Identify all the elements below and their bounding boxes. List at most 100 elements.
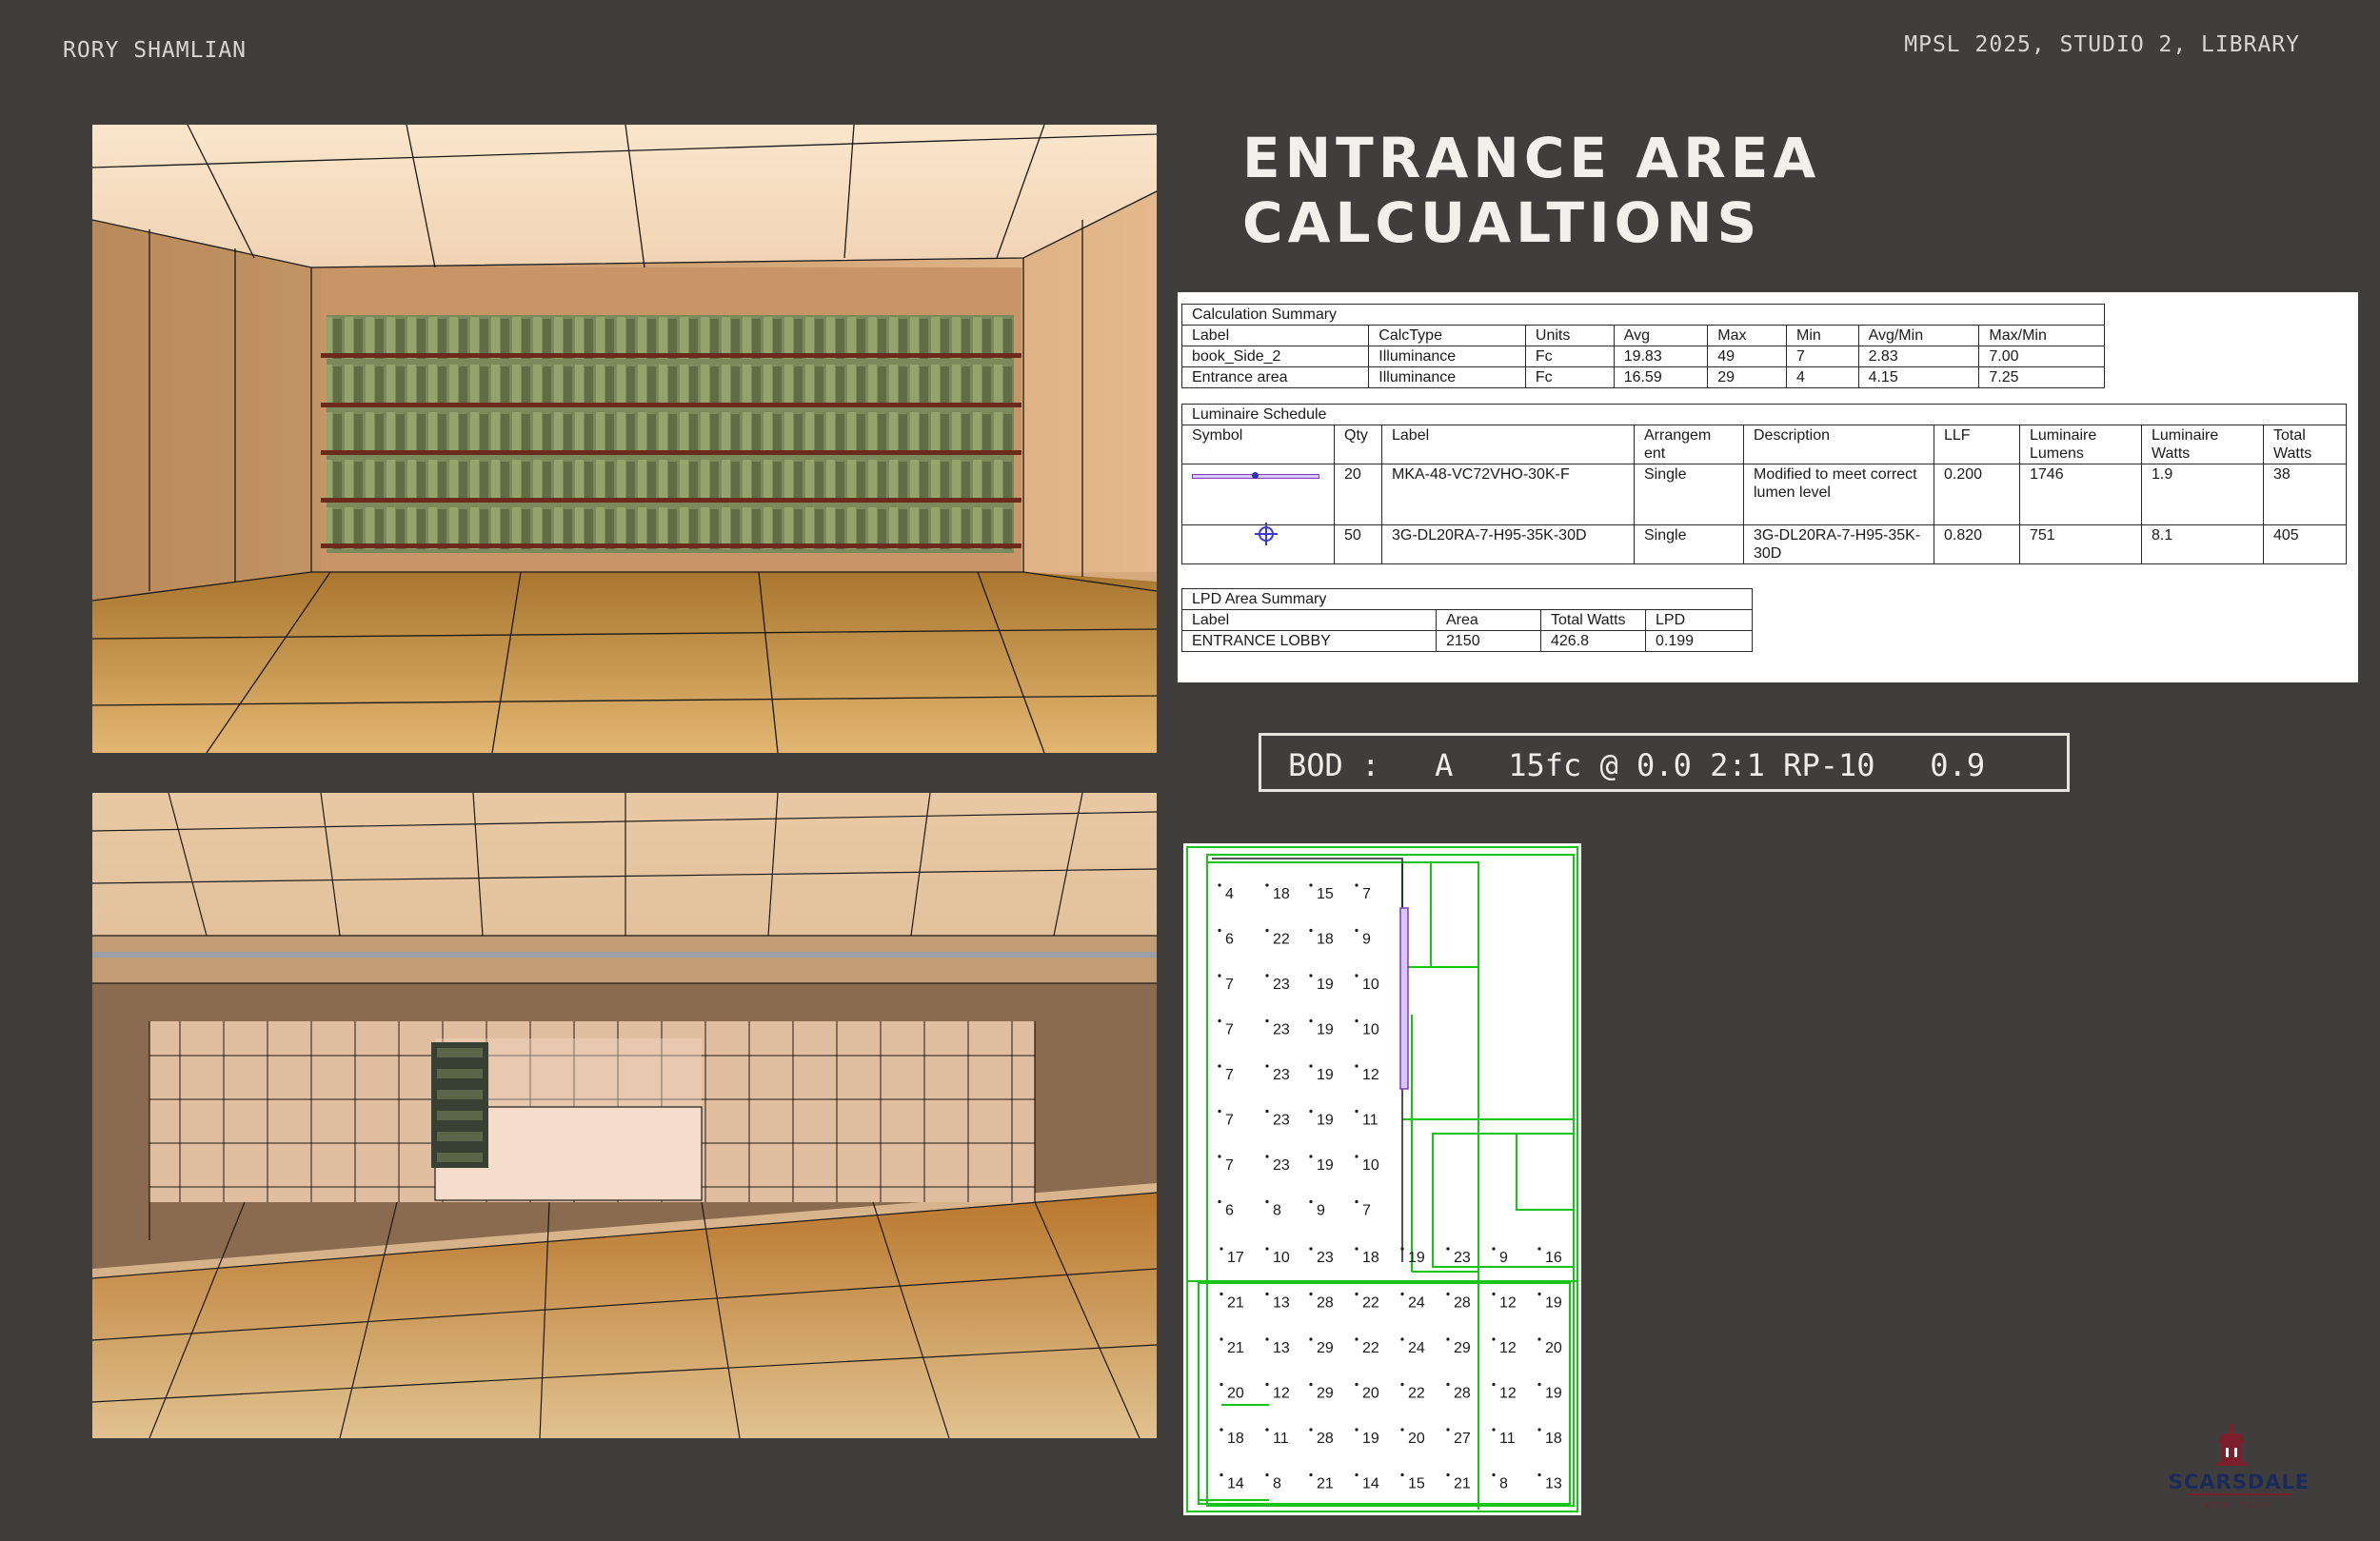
calc-point-marker [1309, 1428, 1313, 1432]
table-cell: 38 [2263, 464, 2347, 525]
illuminance-value: 18 [1362, 1250, 1379, 1266]
illuminance-value: 19 [1317, 1022, 1334, 1038]
illuminance-value: 6 [1225, 932, 1234, 948]
page-title-line-1: ENTRANCE AREA [1242, 126, 1821, 190]
illuminance-value: 12 [1499, 1295, 1517, 1312]
calc-point-marker [1355, 1428, 1359, 1432]
illuminance-value: 14 [1227, 1476, 1244, 1492]
calc-point-marker [1265, 1199, 1269, 1204]
calc-point-marker [1492, 1337, 1496, 1341]
calc-point-marker [1309, 928, 1313, 933]
column-header: LPD [1645, 609, 1753, 631]
illuminance-value: 20 [1408, 1431, 1425, 1447]
illuminance-value: 18 [1227, 1431, 1244, 1447]
calc-point-marker [1265, 1428, 1269, 1432]
calc-point-marker [1355, 1247, 1359, 1251]
column-header: Total Watts [1540, 609, 1646, 631]
column-header: CalcType [1368, 325, 1526, 346]
table-cell: Illuminance [1368, 366, 1526, 388]
illuminance-value: 14 [1362, 1476, 1379, 1492]
illuminance-value: 24 [1408, 1340, 1425, 1356]
illuminance-value: 11 [1499, 1431, 1516, 1447]
illuminance-value: 11 [1362, 1113, 1378, 1129]
illuminance-value: 28 [1454, 1295, 1471, 1312]
table-header-row: Label Area Total Watts LPD [1181, 609, 1753, 631]
lpd-summary-caption: LPD Area Summary [1181, 588, 1753, 610]
illuminance-value: 24 [1408, 1295, 1425, 1312]
table-row: 50 3G-DL20RA-7-H95-35K-30D Single 3G-DL2… [1181, 523, 2347, 564]
column-header: Area [1436, 609, 1541, 631]
calc-point-marker [1265, 1109, 1269, 1114]
column-header: Label [1381, 425, 1635, 464]
illuminance-value: 22 [1362, 1340, 1379, 1356]
calc-point-marker [1355, 1337, 1359, 1341]
luminaire-schedule-caption: Luminaire Schedule [1181, 404, 2347, 425]
calc-point-marker [1220, 1337, 1223, 1341]
calc-point-marker [1220, 1292, 1223, 1296]
calc-point-marker [1309, 974, 1313, 978]
table-cell: Fc [1524, 366, 1615, 388]
illuminance-value: 21 [1227, 1295, 1244, 1312]
illuminance-value: 23 [1273, 1157, 1290, 1174]
calc-point-marker [1265, 1382, 1269, 1387]
calc-point-marker [1309, 1247, 1313, 1251]
render-bookshelf-wall [92, 125, 1157, 753]
illuminance-floor-plan: 4 18 15 7 6 22 18 9 7 23 19 10 7 23 19 10 7 23 19 12 7 23 19 11… [1183, 843, 1581, 1515]
illuminance-value: 22 [1408, 1386, 1425, 1402]
calc-point-marker [1446, 1247, 1450, 1251]
calc-point-marker [1355, 928, 1359, 933]
illuminance-value: 22 [1273, 932, 1290, 948]
illuminance-value: 23 [1273, 1067, 1290, 1083]
calc-point-marker [1400, 1292, 1404, 1296]
calc-point-marker [1265, 1337, 1269, 1341]
illuminance-value: 10 [1362, 1157, 1379, 1174]
illuminance-value: 9 [1499, 1250, 1508, 1266]
illuminance-value: 15 [1408, 1476, 1425, 1492]
table-cell: Entrance area [1180, 366, 1370, 388]
column-header: Max/Min [1978, 325, 2105, 346]
illuminance-value: 12 [1362, 1067, 1379, 1083]
illuminance-value: 29 [1317, 1386, 1334, 1402]
course-label: MPSL 2025, STUDIO 2, LIBRARY [1904, 32, 2300, 57]
bod-value: A 15fc @ 0.0 2:1 RP-10 0.9 [1435, 747, 1986, 783]
illuminance-value: 19 [1545, 1386, 1562, 1402]
table-cell: 7.25 [1978, 366, 2105, 388]
table-cell: 0.820 [1934, 524, 2020, 564]
illuminance-value: 9 [1317, 1203, 1325, 1219]
illuminance-value: 21 [1454, 1476, 1471, 1492]
column-header: Total Watts [2263, 425, 2347, 464]
column-header: LLF [1934, 425, 2020, 464]
calc-point-marker [1265, 974, 1269, 978]
illuminance-value: 17 [1227, 1250, 1244, 1266]
illuminance-value: 18 [1317, 932, 1334, 948]
table-cell: ENTRANCE LOBBY [1181, 630, 1437, 652]
calc-point-marker [1265, 883, 1269, 887]
illuminance-value: 12 [1499, 1386, 1517, 1402]
illuminance-value: 18 [1273, 886, 1290, 902]
calc-point-marker [1218, 883, 1221, 887]
table-cell: Single [1634, 524, 1744, 564]
illuminance-value: 19 [1317, 1157, 1334, 1174]
illuminance-value: 19 [1317, 977, 1334, 993]
calc-point-marker [1446, 1292, 1450, 1296]
illuminance-value: 19 [1408, 1250, 1425, 1266]
table-cell: 1746 [2019, 464, 2142, 525]
illuminance-value: 20 [1227, 1386, 1244, 1402]
calc-point-marker [1309, 1472, 1313, 1477]
calc-point-marker [1218, 1018, 1221, 1023]
illuminance-value: 8 [1273, 1476, 1281, 1492]
illuminance-value: 27 [1454, 1431, 1471, 1447]
illuminance-value: 19 [1317, 1113, 1334, 1129]
calc-point-marker [1537, 1428, 1541, 1432]
calc-point-marker [1355, 1155, 1359, 1158]
illuminance-value: 21 [1227, 1340, 1244, 1356]
table-cell: 2150 [1436, 630, 1541, 652]
table-cell: book_Side_2 [1180, 346, 1370, 367]
logo-wordmark: SCARSDALE [2169, 1471, 2310, 1493]
calc-point-marker [1309, 1199, 1313, 1204]
calc-point-marker [1355, 883, 1359, 887]
table-cell: 0.199 [1645, 630, 1753, 652]
illuminance-value: 7 [1225, 1157, 1234, 1174]
illuminance-value: 12 [1499, 1340, 1517, 1356]
calc-point-marker [1220, 1472, 1223, 1477]
